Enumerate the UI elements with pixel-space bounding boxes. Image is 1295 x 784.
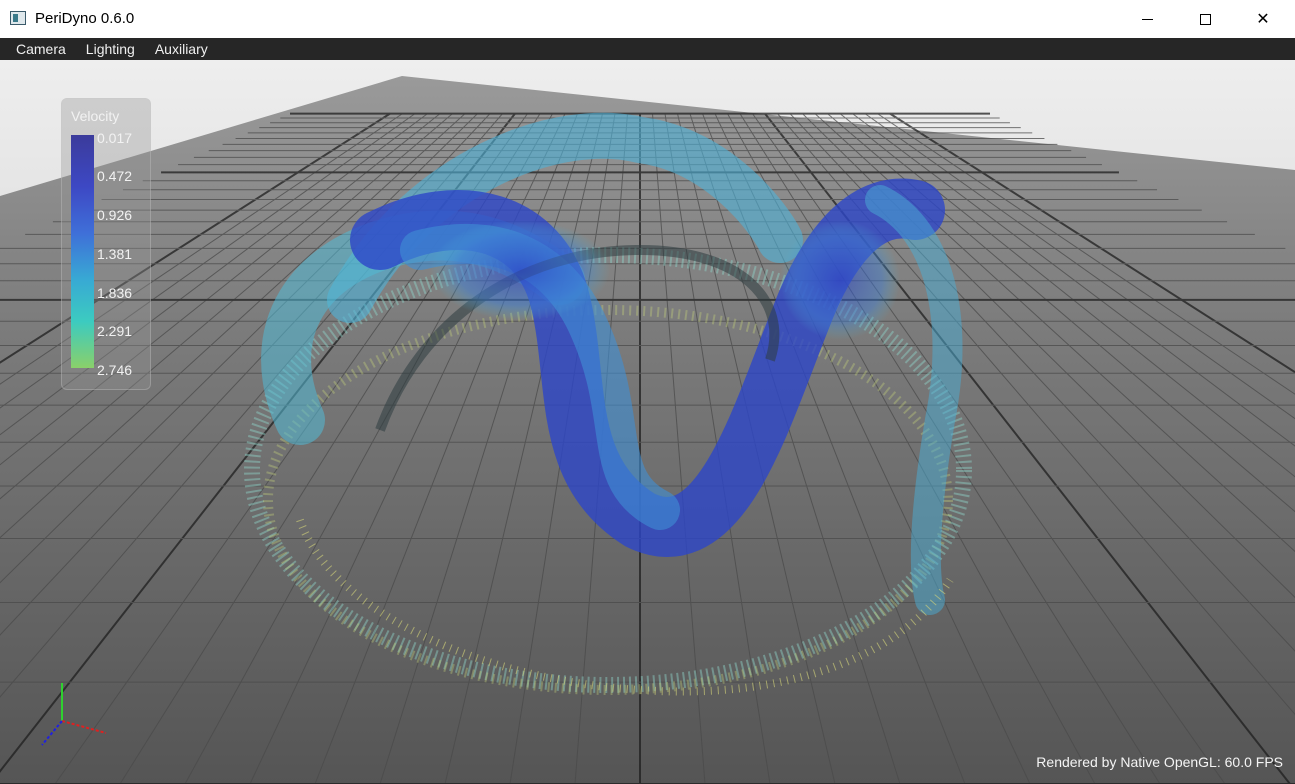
render-status: Rendered by Native OpenGL: 60.0 FPS [1036, 754, 1283, 770]
colorbar-title: Velocity [71, 108, 120, 124]
velocity-colorbar: Velocity 0.017 0.472 0.926 1.381 1.836 2… [61, 98, 151, 390]
xyz-axes-gizmo-icon [41, 683, 107, 746]
colorbar-tick: 1.381 [97, 246, 133, 262]
menu-camera[interactable]: Camera [0, 38, 76, 60]
colorbar-tick: 2.746 [97, 362, 133, 378]
colorbar-gradient [71, 135, 94, 368]
colorbar-tick: 0.017 [97, 130, 133, 146]
colorbar-tick: 0.926 [97, 207, 133, 223]
menu-bar: Camera Lighting Auxiliary [0, 38, 1295, 60]
colorbar-tick: 1.836 [97, 285, 133, 301]
scene-canvas[interactable] [0, 60, 1295, 784]
title-bar: PeriDyno 0.6.0 ✕ [0, 0, 1295, 38]
maximize-icon [1199, 13, 1211, 25]
menu-auxiliary[interactable]: Auxiliary [145, 38, 218, 60]
colorbar-tick: 0.472 [97, 168, 133, 184]
menu-lighting[interactable]: Lighting [76, 38, 145, 60]
minimize-icon [1141, 18, 1153, 20]
minimize-button[interactable] [1118, 0, 1176, 38]
maximize-button[interactable] [1176, 0, 1234, 38]
close-icon: ✕ [1256, 11, 1270, 28]
close-button[interactable]: ✕ [1234, 0, 1292, 38]
colorbar-tick: 2.291 [97, 323, 133, 339]
window-title: PeriDyno 0.6.0 [35, 10, 135, 27]
render-viewport[interactable]: Velocity 0.017 0.472 0.926 1.381 1.836 2… [0, 60, 1295, 784]
app-icon [10, 11, 26, 25]
